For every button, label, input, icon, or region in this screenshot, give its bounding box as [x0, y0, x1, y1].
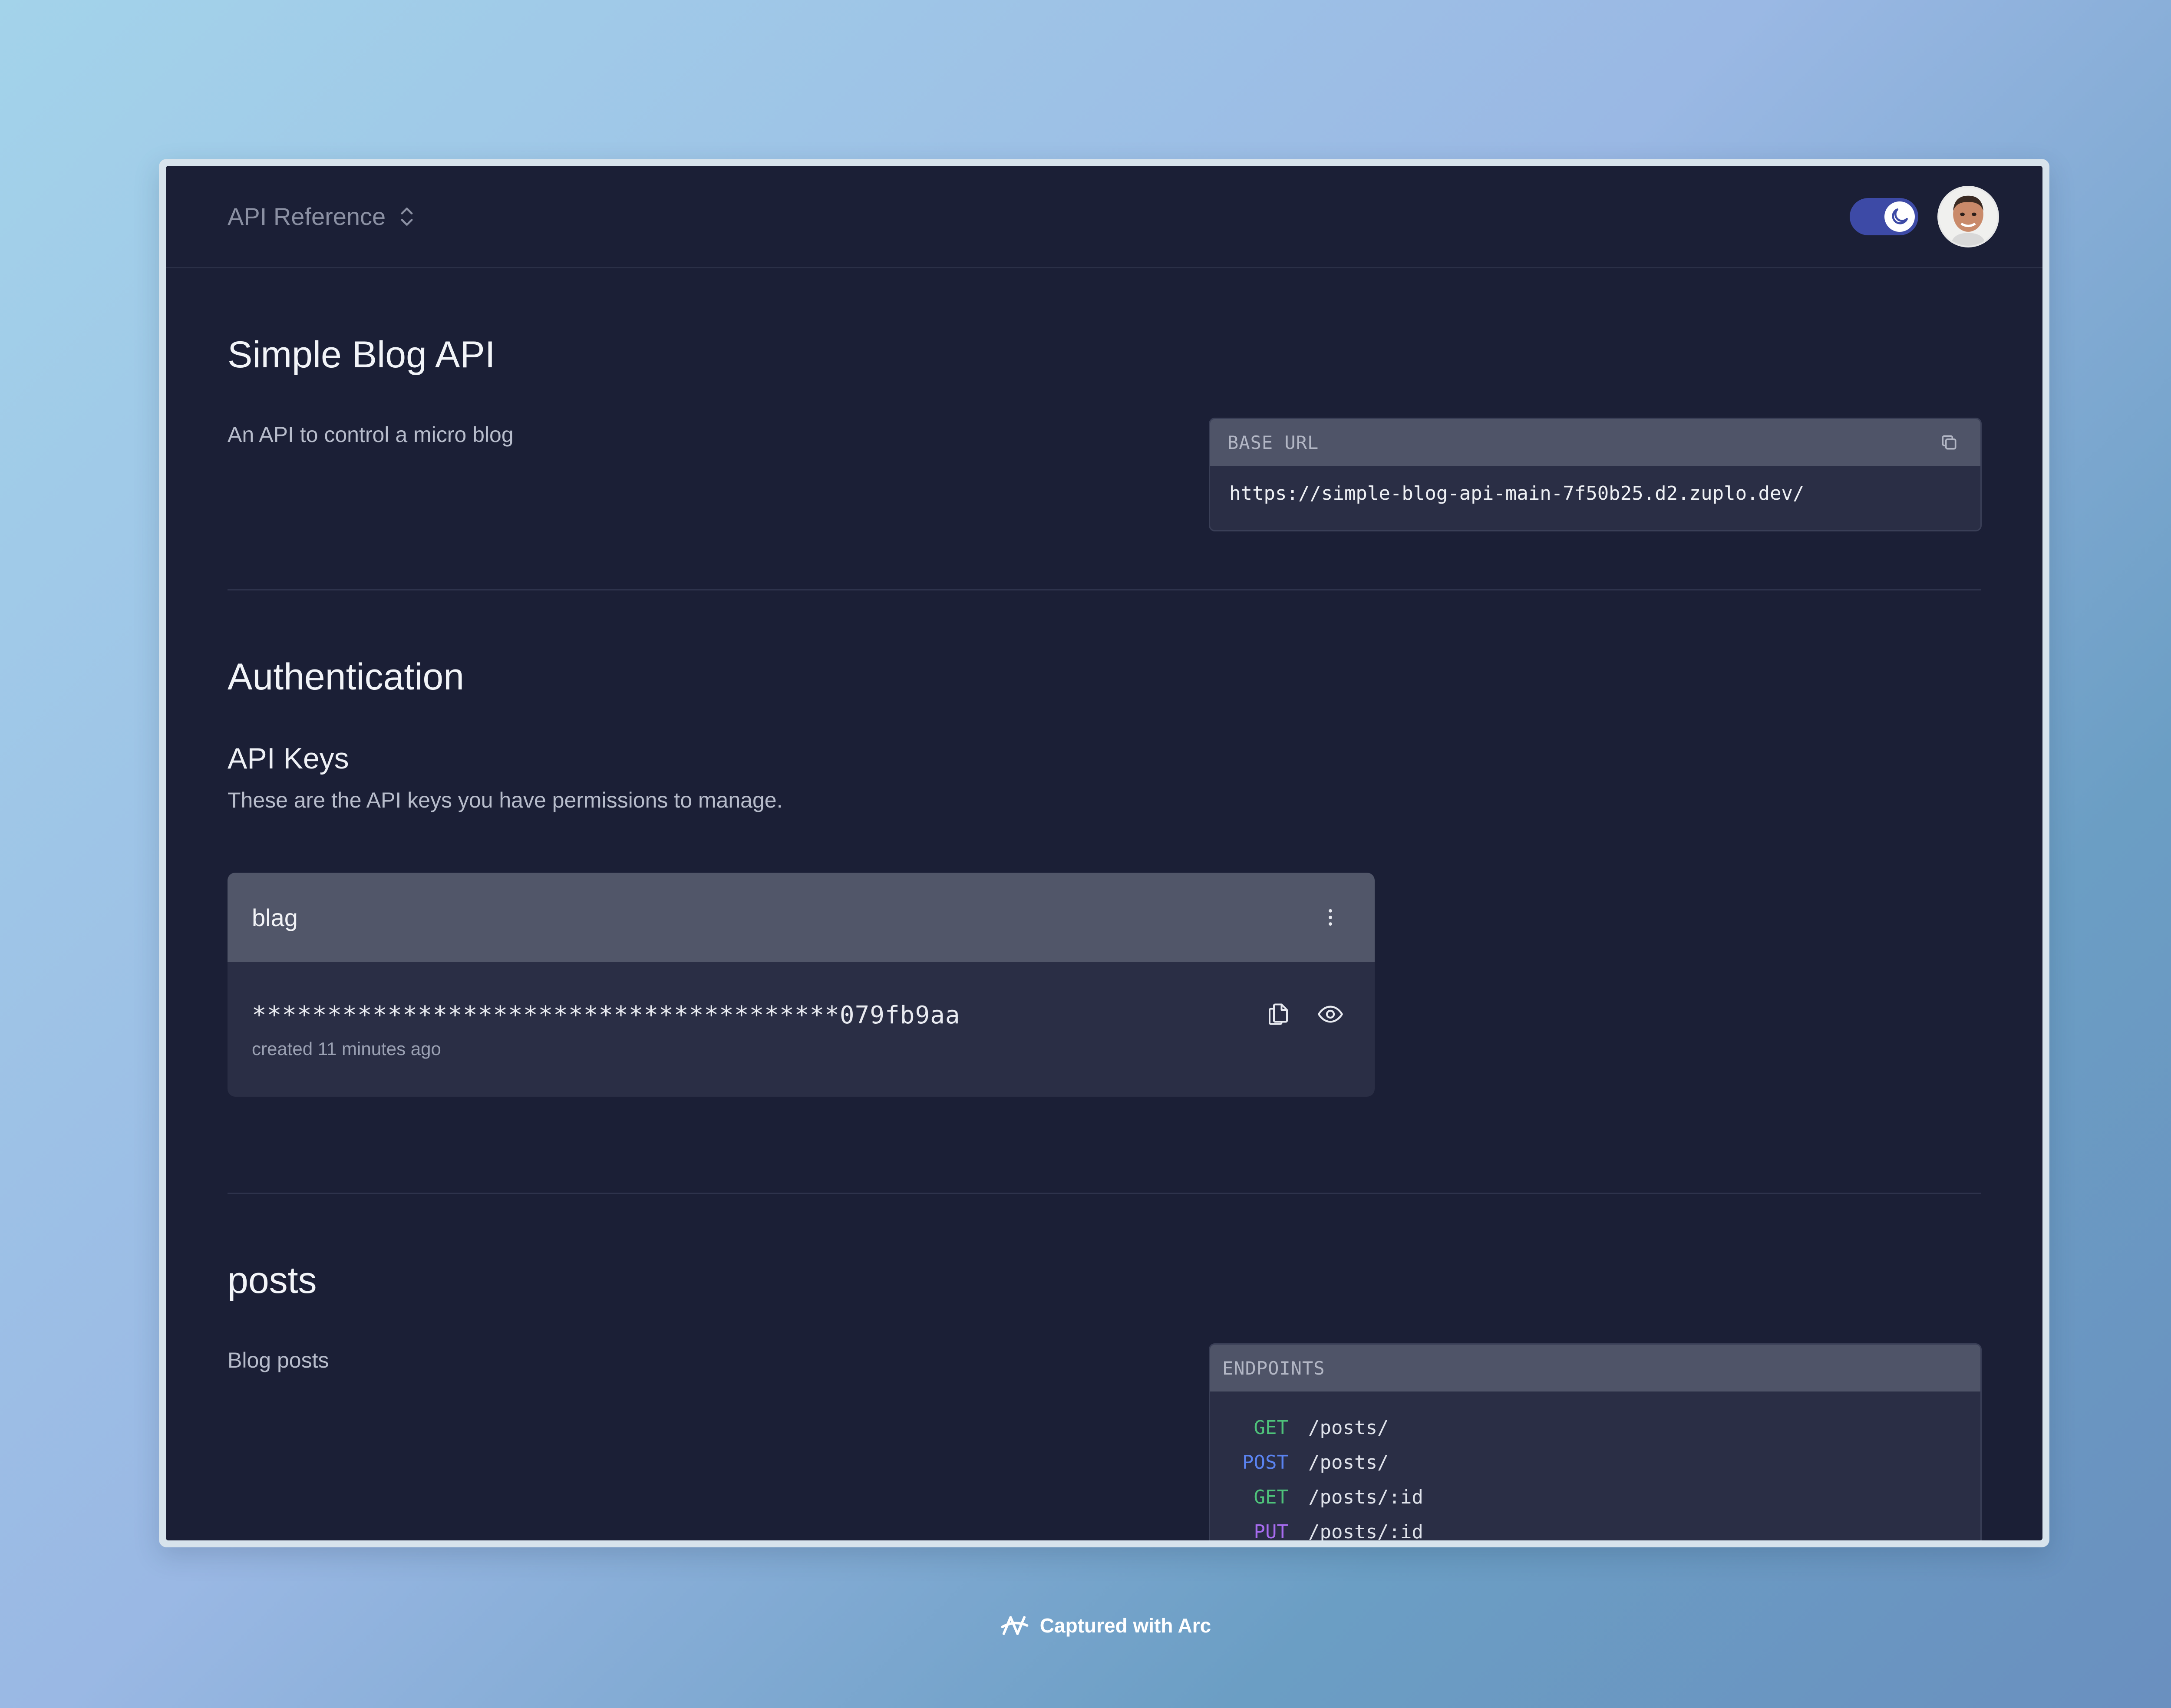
api-key-card: blag ***********************************… — [228, 873, 1375, 1097]
api-keys-description: These are the API keys you have permissi… — [228, 788, 783, 812]
footer-label: Captured with Arc — [1039, 1614, 1211, 1637]
endpoints-list: GET /posts/ POST /posts/ GET /posts/:id — [1210, 1391, 1980, 1540]
theme-toggle[interactable] — [1850, 198, 1918, 235]
endpoint-path: /posts/:id — [1308, 1521, 1423, 1540]
endpoint-method: GET — [1254, 1486, 1288, 1508]
api-description: An API to control a micro blog — [228, 422, 514, 447]
api-selector-label: API Reference — [228, 203, 386, 230]
more-vertical-icon[interactable] — [1316, 903, 1344, 931]
endpoints-label: ENDPOINTS — [1222, 1357, 1325, 1379]
endpoint-row[interactable]: GET /posts/ — [1222, 1411, 1968, 1445]
capture-footer: Captured with Arc — [0, 1609, 2171, 1642]
api-key-value: ***************************************0… — [252, 1001, 960, 1029]
copy-icon[interactable] — [1935, 429, 1963, 456]
page-title: Simple Blog API — [228, 334, 495, 376]
api-key-name: blag — [252, 903, 298, 931]
base-url-card: BASE URL https://simple-blog-api-main-7f… — [1209, 418, 1982, 531]
authentication-section: Authentication API Keys These are the AP… — [228, 590, 1981, 1194]
endpoints-card: ENDPOINTS GET /posts/ POST /posts/ GET /… — [1209, 1343, 1982, 1540]
chevron-up-down-icon — [401, 207, 413, 226]
endpoint-row[interactable]: POST /posts/ — [1222, 1445, 1968, 1480]
endpoint-method: GET — [1254, 1417, 1288, 1439]
posts-section: posts Blog posts ENDPOINTS GET /posts/ P… — [228, 1194, 1982, 1540]
arc-logo-icon — [1001, 1616, 1029, 1635]
intro-section: Simple Blog API An API to control a micr… — [228, 268, 1982, 590]
user-avatar[interactable] — [1937, 185, 1999, 247]
api-keys-heading: API Keys — [228, 742, 349, 775]
base-url-value[interactable]: https://simple-blog-api-main-7f50b25.d2.… — [1210, 466, 1980, 521]
endpoint-method: POST — [1242, 1451, 1288, 1474]
endpoint-method: PUT — [1254, 1521, 1288, 1540]
eye-icon[interactable] — [1316, 1000, 1344, 1028]
base-url-label: BASE URL — [1227, 432, 1319, 453]
authentication-title: Authentication — [228, 656, 465, 698]
api-key-created: created 11 minutes ago — [252, 1039, 441, 1059]
endpoint-row[interactable]: PUT /posts/:id — [1222, 1515, 1968, 1540]
browser-frame: API Reference Simple Blog API An API to … — [159, 159, 2049, 1547]
app-window: API Reference Simple Blog API An API to … — [166, 166, 2042, 1540]
endpoint-row[interactable]: GET /posts/:id — [1222, 1480, 1968, 1515]
endpoint-path: /posts/ — [1308, 1417, 1389, 1439]
endpoint-path: /posts/:id — [1308, 1486, 1423, 1508]
posts-title: posts — [228, 1260, 317, 1301]
moon-icon — [1884, 201, 1915, 232]
top-bar: API Reference — [166, 166, 2042, 268]
copy-key-icon[interactable] — [1264, 1000, 1292, 1028]
api-selector[interactable]: API Reference — [228, 202, 417, 231]
posts-description: Blog posts — [228, 1348, 329, 1372]
endpoint-path: /posts/ — [1308, 1451, 1389, 1474]
